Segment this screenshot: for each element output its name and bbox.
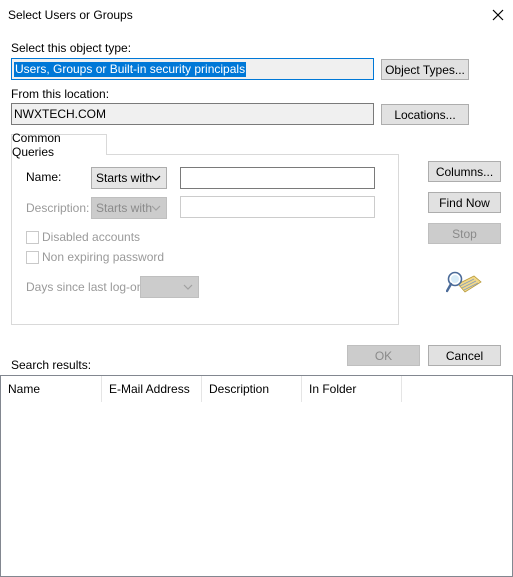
cancel-button[interactable]: Cancel	[428, 345, 501, 366]
description-label: Description:	[26, 201, 90, 215]
column-header-in-folder[interactable]: In Folder	[302, 376, 402, 402]
locations-button[interactable]: Locations...	[381, 104, 469, 125]
chevron-down-icon	[151, 205, 161, 211]
object-types-button[interactable]: Object Types...	[381, 59, 469, 80]
find-now-button[interactable]: Find Now	[428, 192, 501, 213]
description-input[interactable]	[180, 196, 375, 218]
object-type-value: Users, Groups or Built-in security princ…	[14, 61, 247, 77]
days-since-logon-select[interactable]	[140, 276, 199, 298]
close-icon	[492, 9, 504, 21]
tab-common-queries[interactable]: Common Queries	[11, 131, 107, 159]
location-value: NWXTECH.COM	[14, 107, 106, 121]
ok-button[interactable]: OK	[347, 345, 420, 366]
tab-common-queries-label: Common Queries	[12, 131, 61, 159]
days-since-logon-label: Days since last log-on:	[26, 280, 147, 294]
columns-button[interactable]: Columns...	[428, 161, 501, 182]
disabled-accounts-label: Disabled accounts	[42, 230, 141, 244]
magnifier-over-directory-icon	[446, 271, 482, 293]
chevron-down-icon	[183, 284, 193, 290]
location-field[interactable]: NWXTECH.COM	[11, 103, 374, 125]
object-type-label: Select this object type:	[11, 41, 132, 55]
search-results-list[interactable]: Name E-Mail Address Description In Folde…	[0, 375, 513, 577]
name-operator-value: Starts with	[96, 171, 153, 185]
non-expiring-password-checkbox[interactable]	[26, 251, 39, 264]
location-label: From this location:	[11, 87, 110, 101]
object-type-field[interactable]: Users, Groups or Built-in security princ…	[11, 58, 374, 80]
column-header-name[interactable]: Name	[1, 376, 102, 402]
name-operator-select[interactable]: Starts with	[91, 167, 167, 189]
stop-button[interactable]: Stop	[428, 223, 501, 244]
column-header-email[interactable]: E-Mail Address	[102, 376, 202, 402]
column-header-description[interactable]: Description	[202, 376, 302, 402]
description-operator-value: Starts with	[96, 201, 153, 215]
chevron-down-icon	[151, 175, 161, 181]
non-expiring-password-label: Non expiring password	[42, 250, 165, 264]
close-button[interactable]	[484, 2, 512, 28]
dialog-title: Select Users or Groups	[8, 8, 133, 22]
disabled-accounts-checkbox[interactable]	[26, 231, 39, 244]
search-results-label: Search results:	[11, 358, 92, 372]
name-label: Name:	[26, 170, 62, 184]
description-operator-select[interactable]: Starts with	[91, 197, 167, 219]
name-input[interactable]	[180, 167, 375, 189]
